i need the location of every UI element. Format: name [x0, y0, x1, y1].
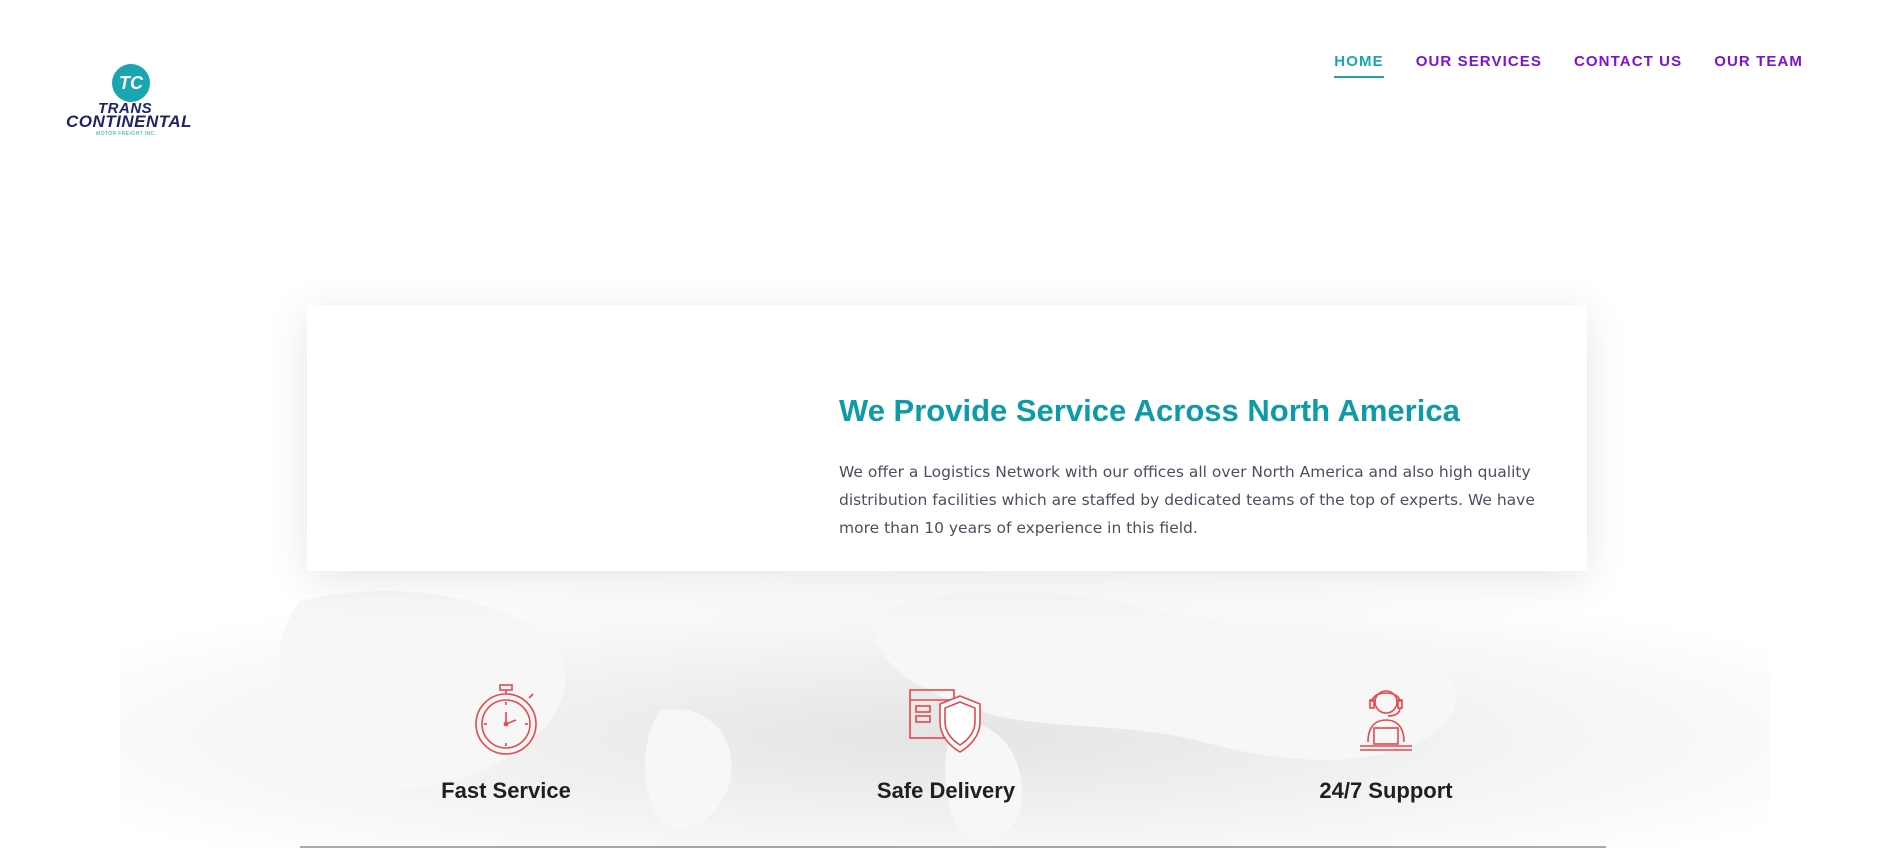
- logo-line-3: MOTOR FREIGHT INC.: [96, 131, 157, 137]
- main-nav: HOME OUR SERVICES CONTACT US OUR TEAM: [1334, 53, 1803, 78]
- logo-line-2: CONTINENTAL: [66, 112, 193, 131]
- features-section: Fast Service Safe Delivery 24/7 Support: [0, 680, 1901, 848]
- feature-title: 24/7 Support: [1319, 778, 1453, 803]
- feature-title: Fast Service: [441, 778, 571, 803]
- logo-mark: TC: [112, 64, 150, 102]
- support-agent-icon: [1360, 690, 1412, 751]
- nav-contact-us[interactable]: CONTACT US: [1574, 53, 1682, 78]
- feature-title: Safe Delivery: [876, 778, 1016, 803]
- nav-our-team[interactable]: OUR TEAM: [1714, 53, 1803, 78]
- nav-home[interactable]: HOME: [1334, 53, 1384, 78]
- package-shield-icon: [909, 689, 981, 753]
- hero-title: We Provide Service Across North America: [839, 393, 1460, 428]
- nav-our-services[interactable]: OUR SERVICES: [1416, 53, 1542, 78]
- feature-fast-service: Fast Service: [356, 680, 656, 804]
- site-header: TC TRANS CONTINENTAL MOTOR FREIGHT INC. …: [0, 0, 1901, 150]
- hero-body: We offer a Logistics Network with our of…: [839, 463, 1535, 537]
- hero-card: We Provide Service Across North America …: [307, 305, 1587, 571]
- stopwatch-icon: [475, 684, 537, 755]
- company-logo[interactable]: TC TRANS CONTINENTAL MOTOR FREIGHT INC.: [64, 60, 196, 140]
- feature-support: 24/7 Support: [1236, 680, 1536, 804]
- feature-safe-delivery: Safe Delivery: [796, 680, 1096, 804]
